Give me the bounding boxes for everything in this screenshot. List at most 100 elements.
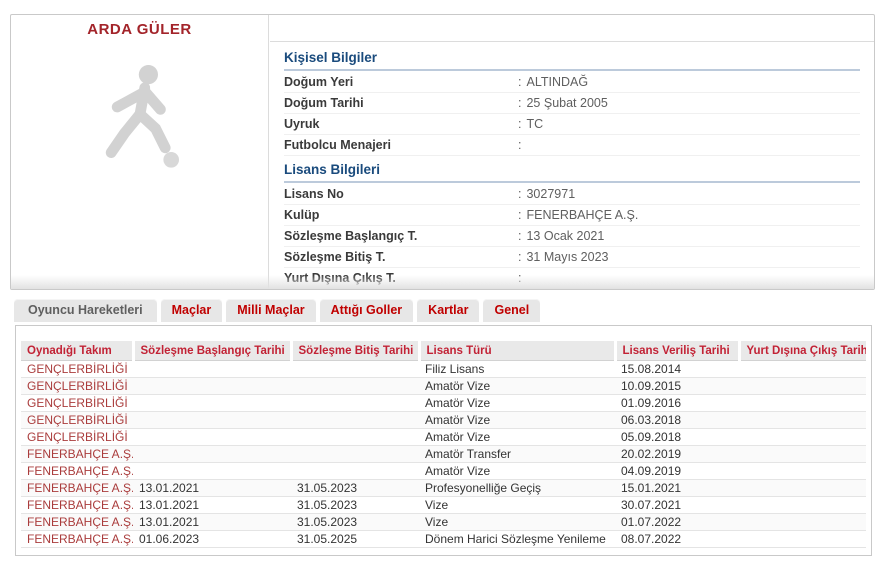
license-info-label: Lisans No: [284, 187, 344, 201]
table-row: GENÇLERBİRLİĞİAmatör Vize01.09.2016: [21, 395, 866, 412]
table-cell: [739, 429, 866, 446]
table-cell: [739, 446, 866, 463]
team-name-link[interactable]: FENERBAHÇE A.Ş.: [21, 531, 133, 548]
table-cell: 06.03.2018: [615, 412, 739, 429]
table-cell: [739, 497, 866, 514]
table-cell: [291, 429, 419, 446]
table-cell: [133, 446, 291, 463]
table-row: FENERBAHÇE A.Ş. Amatör Vize04.09.2019: [21, 463, 866, 480]
player-name: ARDA GÜLER: [11, 15, 268, 41]
tab-oyuncu-hareketleri[interactable]: Oyuncu Hareketleri: [14, 299, 157, 322]
personal-info-label: Doğum Tarihi: [284, 96, 364, 110]
column-header: Lisans Türü: [419, 341, 615, 361]
team-name-link[interactable]: GENÇLERBİRLİĞİ: [21, 429, 133, 446]
table-cell: 15.08.2014: [615, 361, 739, 378]
team-name-link[interactable]: GENÇLERBİRLİĞİ: [21, 395, 133, 412]
tab-genel[interactable]: Genel: [483, 299, 540, 322]
table-cell: Dönem Harici Sözleşme Yenileme: [419, 531, 615, 548]
tab-kartlar[interactable]: Kartlar: [417, 299, 479, 322]
personal-info-title: Kişisel Bilgiler: [284, 47, 860, 71]
player-info-column: Kişisel Bilgiler Doğum Yeri:ALTINDAĞDoğu…: [270, 41, 874, 289]
license-info-value: :FENERBAHÇE A.Ş.: [518, 205, 638, 226]
table-cell: [291, 378, 419, 395]
table-cell: Vize: [419, 497, 615, 514]
table-cell: Filiz Lisans: [419, 361, 615, 378]
personal-info-label: Uyruk: [284, 117, 319, 131]
player-profile-panel: ARDA GÜLER Kişisel Bilgiler Doğum: [10, 14, 875, 290]
table-cell: [291, 412, 419, 429]
table-row: GENÇLERBİRLİĞİ Amatör Vize05.09.2018: [21, 429, 866, 446]
license-info-label: Yurt Dışına Çıkış T.: [284, 271, 396, 285]
table-row: FENERBAHÇE A.Ş.13.01.202131.05.2023Vize0…: [21, 514, 866, 531]
table-cell: Amatör Vize: [419, 412, 615, 429]
table-cell: [739, 361, 866, 378]
table-cell: 08.07.2022: [615, 531, 739, 548]
personal-info-value: :25 Şubat 2005: [518, 93, 608, 114]
table-cell: 01.07.2022: [615, 514, 739, 531]
table-cell: [133, 412, 291, 429]
table-cell: 30.07.2021: [615, 497, 739, 514]
table-cell: Amatör Vize: [419, 463, 615, 480]
team-name-link[interactable]: FENERBAHÇE A.Ş.: [21, 446, 133, 463]
license-info-label: Sözleşme Bitiş T.: [284, 250, 385, 264]
table-cell: 05.09.2018: [615, 429, 739, 446]
table-cell: [291, 395, 419, 412]
table-cell: [133, 378, 291, 395]
table-row: GENÇLERBİRLİĞİAmatör Vize10.09.2015: [21, 378, 866, 395]
tab-maçlar[interactable]: Maçlar: [161, 299, 223, 322]
personal-info-label: Doğum Yeri: [284, 75, 353, 89]
column-header: Oynadığı Takım: [21, 341, 133, 361]
license-info-row: Sözleşme Bitiş T.:31 Mayıs 2023: [284, 247, 860, 268]
table-cell: [133, 361, 291, 378]
license-info-label: Kulüp: [284, 208, 319, 222]
table-cell: Vize: [419, 514, 615, 531]
table-cell: [739, 480, 866, 497]
column-header: Sözleşme Bitiş Tarihi: [291, 341, 419, 361]
table-cell: 04.09.2019: [615, 463, 739, 480]
license-info-value: :3027971: [518, 184, 575, 205]
table-cell: 20.02.2019: [615, 446, 739, 463]
table-row: GENÇLERBİRLİĞİ Amatör Vize06.03.2018: [21, 412, 866, 429]
license-info-row: Sözleşme Başlangıç T. :13 Ocak 2021: [284, 226, 860, 247]
tab-bar: Oyuncu HareketleriMaçlarMilli MaçlarAttı…: [14, 299, 540, 322]
team-name-link[interactable]: GENÇLERBİRLİĞİ: [21, 378, 133, 395]
personal-info-row: Uyruk :TC: [284, 114, 860, 135]
table-cell: [291, 361, 419, 378]
license-info-row: Lisans No :3027971: [284, 184, 860, 205]
personal-info-row: Doğum Yeri:ALTINDAĞ: [284, 72, 860, 93]
column-header: Lisans Veriliş Tarihi: [615, 341, 739, 361]
table-cell: Amatör Vize: [419, 378, 615, 395]
table-cell: Profesyonelliğe Geçiş: [419, 480, 615, 497]
license-info-label: Sözleşme Başlangıç T.: [284, 229, 417, 243]
team-name-link[interactable]: FENERBAHÇE A.Ş.: [21, 463, 133, 480]
team-name-link[interactable]: FENERBAHÇE A.Ş.: [21, 497, 133, 514]
table-cell: [291, 463, 419, 480]
team-name-link[interactable]: GENÇLERBİRLİĞİ: [21, 361, 133, 378]
player-silhouette-icon: [80, 59, 200, 184]
table-cell: 13.01.2021: [133, 514, 291, 531]
player-movements-panel: Oynadığı TakımSözleşme Başlangıç TarihiS…: [15, 325, 872, 556]
table-cell: 01.06.2023: [133, 531, 291, 548]
table-cell: [133, 429, 291, 446]
personal-info-row: Futbolcu Menajeri:: [284, 135, 860, 156]
tab-attığı-goller[interactable]: Attığı Goller: [320, 299, 414, 322]
table-cell: 01.09.2016: [615, 395, 739, 412]
personal-info-value: :TC: [518, 114, 543, 135]
table-cell: 31.05.2023: [291, 514, 419, 531]
table-cell: 13.01.2021: [133, 497, 291, 514]
license-info-value: :13 Ocak 2021: [518, 226, 604, 247]
team-name-link[interactable]: GENÇLERBİRLİĞİ: [21, 412, 133, 429]
table-cell: 15.01.2021: [615, 480, 739, 497]
table-row: FENERBAHÇE A.Ş.13.01.202131.05.2023Profe…: [21, 480, 866, 497]
personal-info-row: Doğum Tarihi :25 Şubat 2005: [284, 93, 860, 114]
personal-info-value: :: [518, 135, 526, 156]
table-row: FENERBAHÇE A.Ş.01.06.202331.05.2025Dönem…: [21, 531, 866, 548]
table-cell: 13.01.2021: [133, 480, 291, 497]
tab-milli-maçlar[interactable]: Milli Maçlar: [226, 299, 315, 322]
table-cell: [133, 463, 291, 480]
table-cell: Amatör Vize: [419, 429, 615, 446]
table-cell: [133, 395, 291, 412]
table-cell: [739, 378, 866, 395]
team-name-link[interactable]: FENERBAHÇE A.Ş.: [21, 514, 133, 531]
team-name-link[interactable]: FENERBAHÇE A.Ş.: [21, 480, 133, 497]
